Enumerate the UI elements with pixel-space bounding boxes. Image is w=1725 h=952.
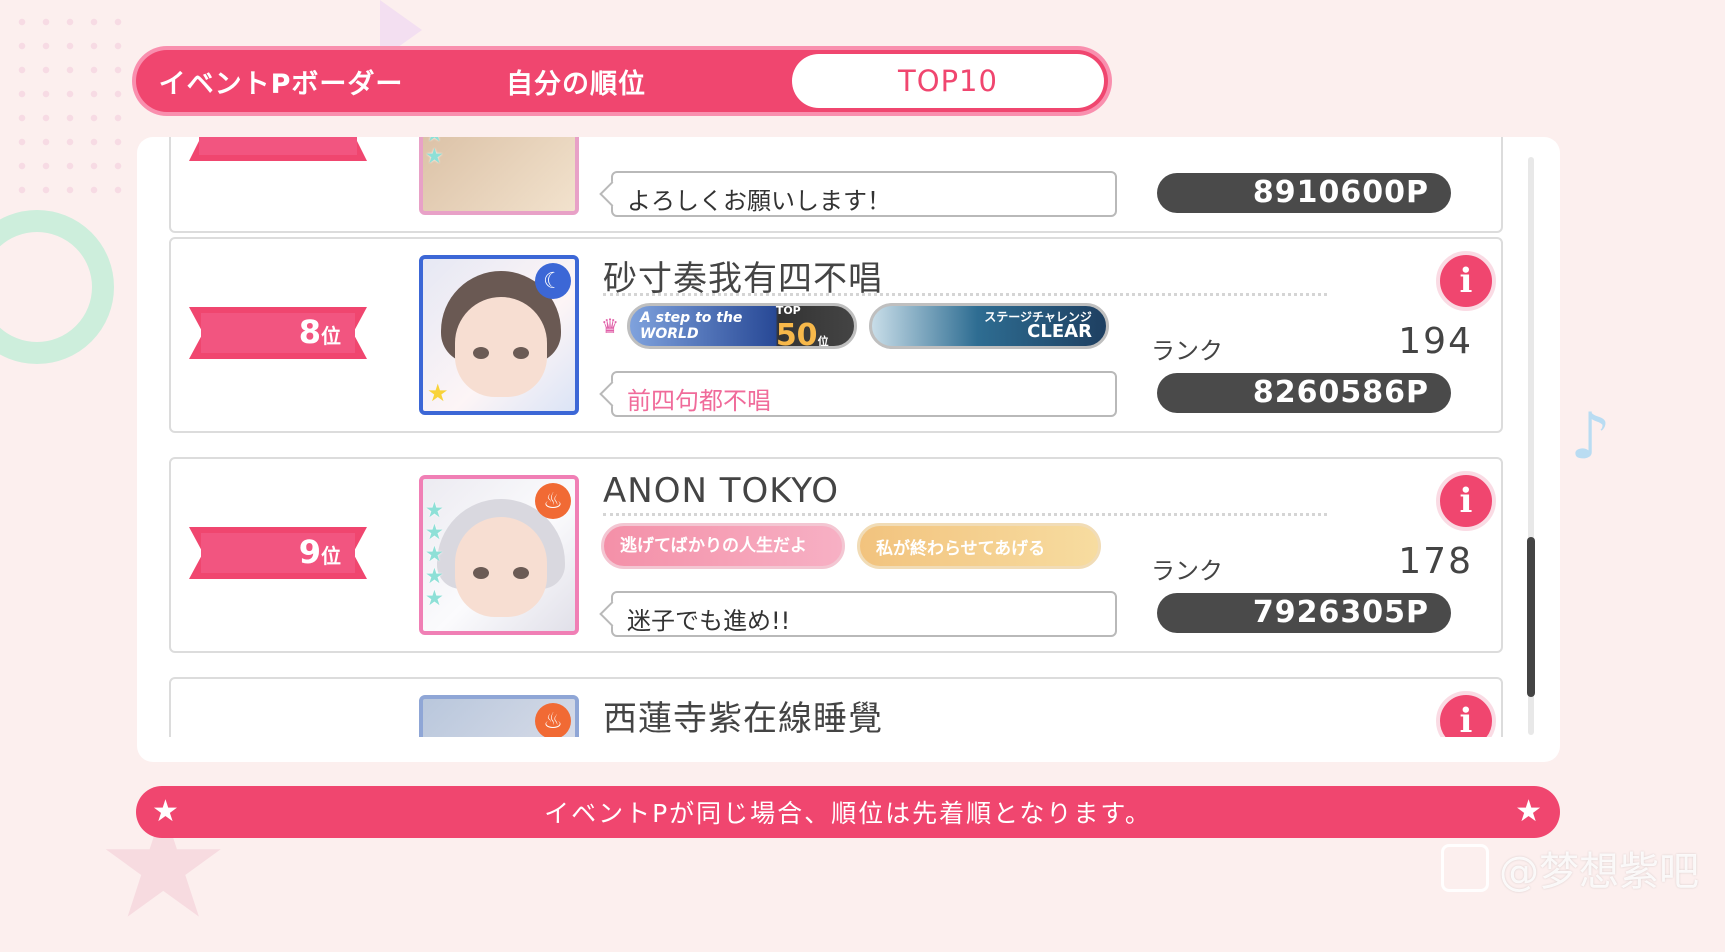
event-points: 7926305P bbox=[1157, 593, 1451, 633]
rank-ribbon bbox=[189, 137, 367, 161]
watermark-logo-icon bbox=[1441, 844, 1489, 892]
scrollbar-thumb[interactable] bbox=[1527, 537, 1535, 697]
badge-label: 私が終わらせてあげる bbox=[876, 538, 1046, 559]
title-badge[interactable]: A step to the WORLD TOP 50位 bbox=[626, 303, 857, 349]
title-badge[interactable]: 逃げてばかりの人生だよ bbox=[601, 523, 845, 569]
star-icon: ★ bbox=[427, 379, 449, 407]
badge-sub: CLEAR bbox=[1027, 321, 1092, 342]
player-name: ANON TOKYO bbox=[603, 471, 839, 511]
avatar-face bbox=[455, 517, 547, 617]
event-points: 8910600P bbox=[1157, 173, 1451, 213]
rank-ribbon: 8位 bbox=[189, 305, 367, 361]
footer-text: イベントPが同じ場合、順位は先着順となります。 bbox=[544, 799, 1152, 828]
player-avatar[interactable]: ★★★★ bbox=[419, 137, 579, 215]
watermark-text: @梦想紫吧 bbox=[1499, 849, 1699, 895]
ranking-row-9: 9位 ♨ ★ ★ ★ ★ ★ ANON TOKYO 逃げてばかりの人生だよ 私が終わらせ… bbox=[169, 457, 1503, 653]
tab-my-rank[interactable]: 自分の順位 bbox=[426, 54, 726, 108]
avatar-eye bbox=[513, 567, 529, 579]
info-button[interactable]: i bbox=[1436, 251, 1496, 311]
player-name: 西蓮寺紫在線睡覺 bbox=[603, 699, 883, 737]
background-ring bbox=[0, 210, 114, 364]
info-button[interactable]: i bbox=[1436, 691, 1496, 737]
player-comment: 前四句都不唱 bbox=[611, 371, 1117, 417]
player-comment: 迷子でも進め!! bbox=[611, 591, 1117, 637]
badge-label: 逃げてばかりの人生だよ bbox=[620, 535, 807, 556]
tab-top10[interactable]: TOP10 bbox=[792, 54, 1104, 108]
title-badges: ♛ A step to the WORLD TOP 50位 ステージチャレンジ … bbox=[601, 303, 1109, 349]
ranking-list[interactable]: ★★★★ よろしくお願いします！ 172 8910600P 8位 ☾ ★ bbox=[137, 137, 1560, 737]
moon-attribute-icon: ☾ bbox=[535, 263, 571, 299]
music-note-icon: ♪ bbox=[1570, 400, 1611, 474]
player-rank-value: 194 bbox=[1398, 321, 1473, 362]
ranking-row-10: ♨ 西蓮寺紫在線睡覺 i bbox=[169, 677, 1503, 737]
player-comment: よろしくお願いします！ bbox=[611, 171, 1117, 217]
ranking-row-7: ★★★★ よろしくお願いします！ 172 8910600P bbox=[169, 137, 1503, 233]
player-avatar[interactable]: ♨ ★ ★ ★ ★ ★ bbox=[419, 475, 579, 635]
star-icon: ★ bbox=[152, 794, 181, 829]
divider bbox=[603, 513, 1327, 516]
rarity-stars: ★★★★ bbox=[425, 137, 444, 168]
badge-label: A step to the WORLD bbox=[639, 310, 743, 342]
flame-attribute-icon: ♨ bbox=[535, 483, 571, 519]
rank-number: 8位 bbox=[298, 313, 341, 351]
ranking-row-8: 8位 ☾ ★ 砂寸奏我有四不唱 ♛ A step to the WORLD TO… bbox=[169, 237, 1503, 433]
avatar-eye bbox=[513, 347, 529, 359]
rank-label: ランク bbox=[1151, 557, 1223, 585]
player-avatar[interactable]: ☾ ★ bbox=[419, 255, 579, 415]
background-dots bbox=[10, 10, 130, 210]
badge-value: 50 bbox=[775, 318, 818, 349]
flame-attribute-icon: ♨ bbox=[535, 703, 571, 737]
badge-top: TOP bbox=[775, 304, 801, 317]
rarity-stars: ★ ★ ★ ★ ★ bbox=[425, 498, 444, 610]
star-icon: ★ bbox=[1515, 794, 1544, 829]
tab-event-p-border[interactable]: イベントPボーダー bbox=[136, 54, 426, 108]
title-badge[interactable]: ステージチャレンジ CLEAR bbox=[868, 303, 1109, 349]
rank-label: ランク bbox=[1151, 337, 1223, 365]
rank-number: 9位 bbox=[298, 533, 341, 571]
ranking-panel: ★★★★ よろしくお願いします！ 172 8910600P 8位 ☾ ★ bbox=[137, 137, 1560, 762]
title-badge[interactable]: 私が終わらせてあげる bbox=[857, 523, 1101, 569]
footer-notice: ★ イベントPが同じ場合、順位は先着順となります。 ★ bbox=[136, 786, 1560, 838]
crown-icon: ♛ bbox=[601, 314, 619, 338]
event-points: 8260586P bbox=[1157, 373, 1451, 413]
avatar-eye bbox=[473, 347, 489, 359]
watermark: @梦想紫吧 bbox=[1441, 839, 1699, 897]
rank-ribbon: 9位 bbox=[189, 525, 367, 581]
title-badges: 逃げてばかりの人生だよ 私が終わらせてあげる bbox=[601, 523, 1101, 569]
info-button[interactable]: i bbox=[1436, 471, 1496, 531]
player-rank-value: 178 bbox=[1398, 541, 1473, 582]
divider bbox=[603, 293, 1327, 296]
player-avatar[interactable]: ♨ bbox=[419, 695, 579, 737]
ranking-tabs: イベントPボーダー 自分の順位 TOP10 bbox=[136, 50, 1108, 112]
avatar-face bbox=[455, 297, 547, 397]
avatar-eye bbox=[473, 567, 489, 579]
badge-suffix: 位 bbox=[817, 335, 829, 348]
